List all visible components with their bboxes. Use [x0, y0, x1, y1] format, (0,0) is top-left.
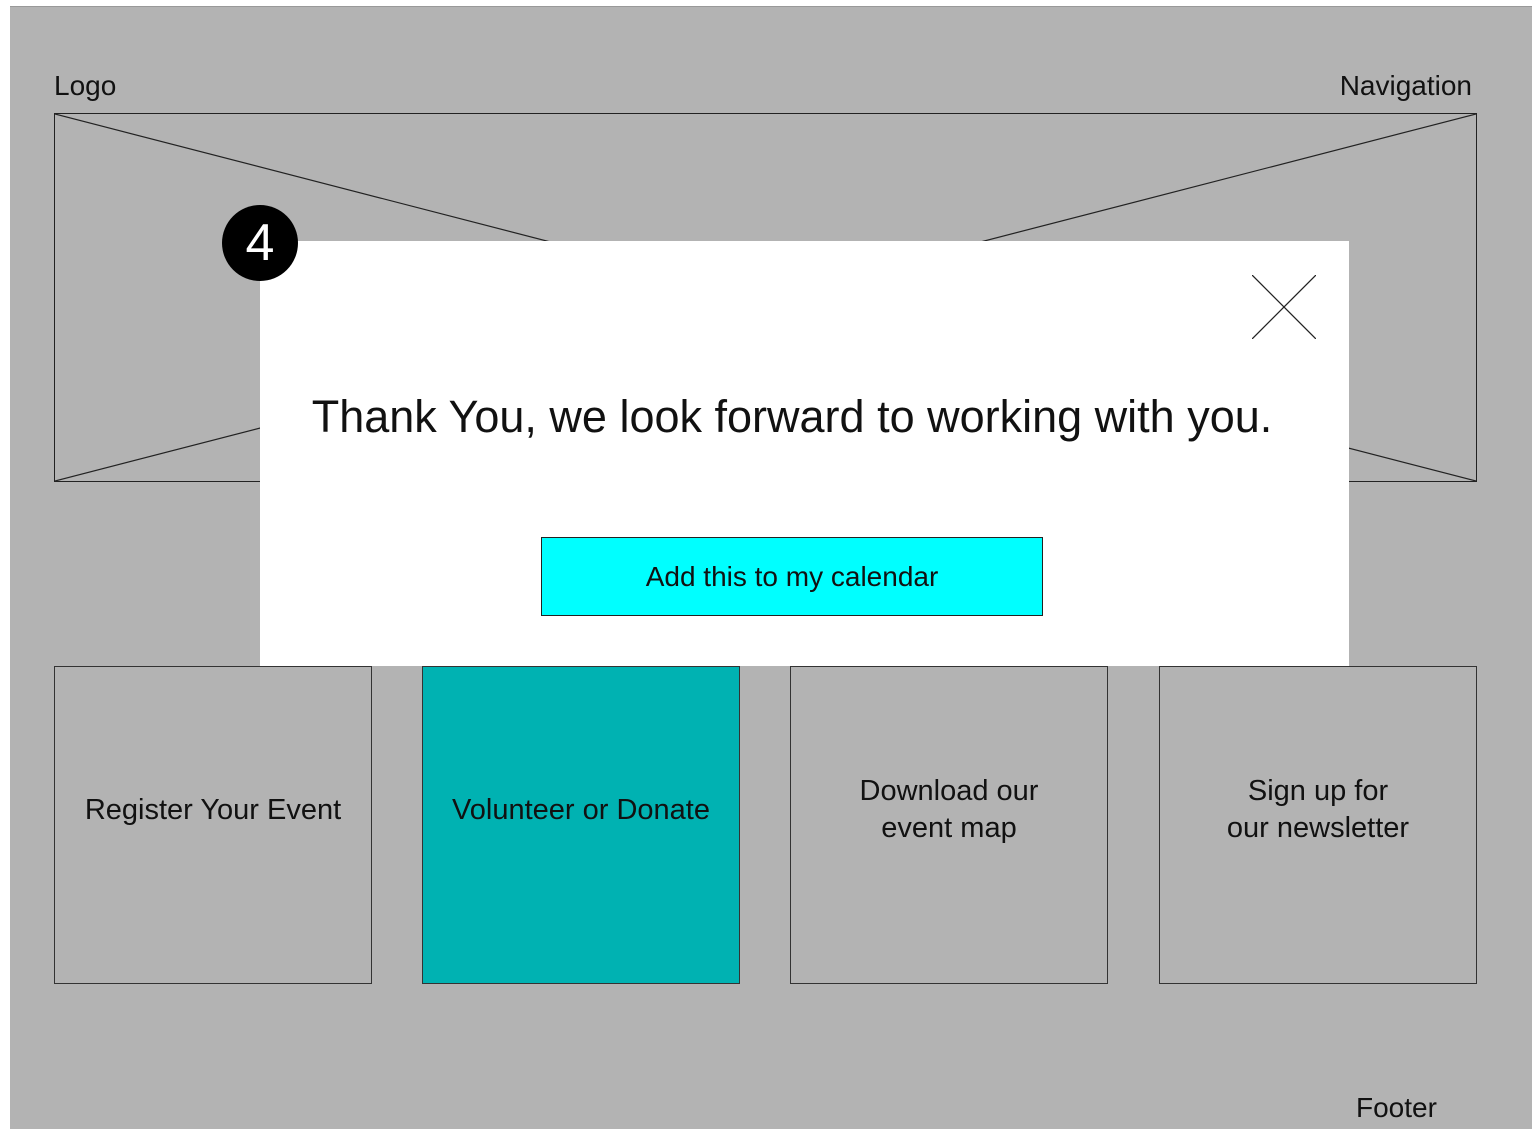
logo-placeholder[interactable]: Logo [54, 70, 116, 102]
thank-you-modal: Thank You, we look forward to working wi… [260, 241, 1349, 666]
step-number-badge: 4 [222, 205, 298, 281]
card-label: Register Your Event [84, 793, 342, 826]
download-map-card[interactable]: Download our event map [790, 666, 1108, 984]
card-label: Download our event map [859, 775, 1039, 844]
newsletter-card[interactable]: Sign up for our newsletter [1159, 666, 1477, 984]
navigation-placeholder[interactable]: Navigation [1340, 70, 1472, 102]
card-label: Sign up for our newsletter [1226, 775, 1410, 844]
footer-placeholder: Footer [1356, 1092, 1437, 1123]
add-to-calendar-button[interactable]: Add this to my calendar [541, 537, 1043, 616]
card-label: Volunteer or Donate [452, 793, 710, 826]
register-event-card[interactable]: Register Your Event [54, 666, 372, 984]
volunteer-donate-card[interactable]: Volunteer or Donate [422, 666, 740, 984]
close-icon[interactable] [1251, 274, 1317, 340]
modal-message: Thank You, we look forward to working wi… [311, 391, 1273, 442]
